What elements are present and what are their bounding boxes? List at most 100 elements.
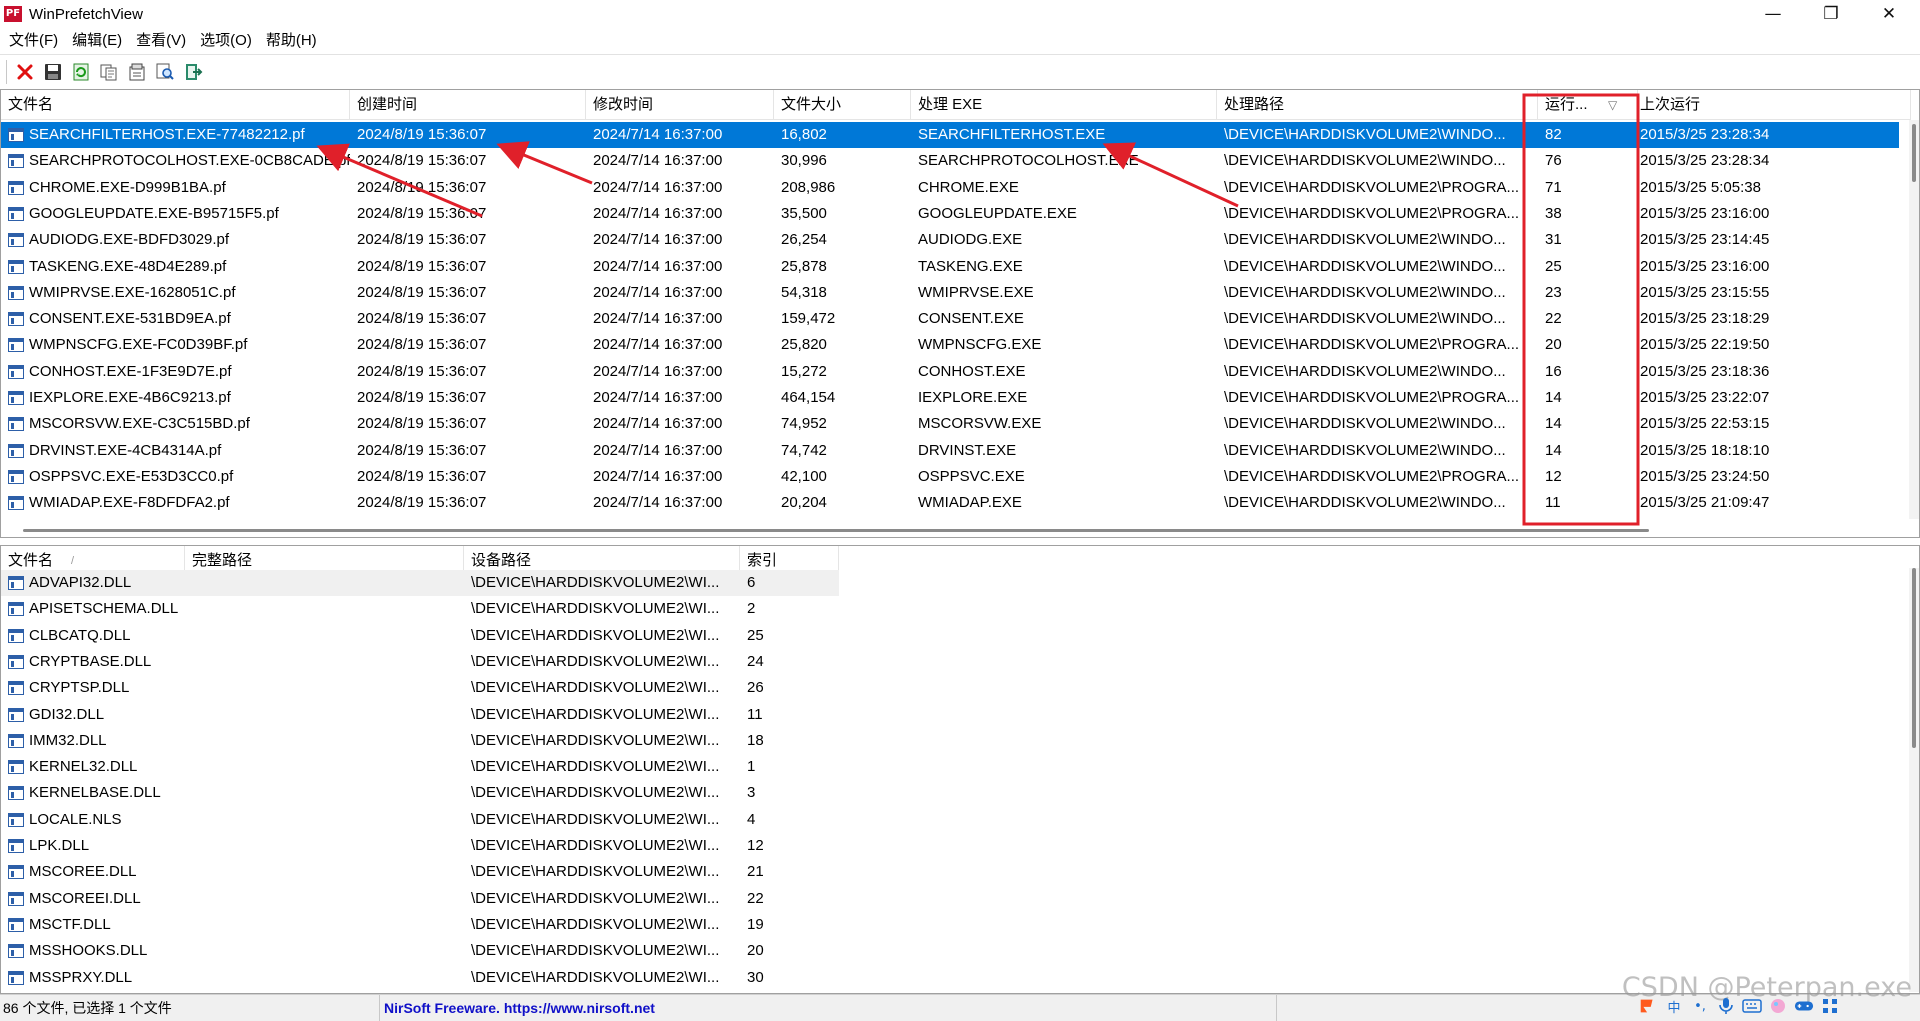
save-button[interactable] <box>40 59 66 85</box>
title-bar[interactable]: PF WinPrefetchView — ❐ ✕ <box>0 0 1920 28</box>
list-item[interactable]: ADVAPI32.DLL \DEVICE\HARDDISKVOLUME2\WI..… <box>1 570 839 597</box>
cell-file-name: ADVAPI32.DLL <box>29 574 132 591</box>
table-row[interactable]: CONSENT.EXE-531BD9EA.pf 2024/8/19 15:36:0… <box>1 306 1899 332</box>
list-item[interactable]: LOCALE.NLS \DEVICE\HARDDISKVOLUME2\WI... 4 <box>1 807 839 833</box>
prefetch-horizontal-scrollbar[interactable] <box>1 526 1909 534</box>
cell-modified: 2024/7/14 16:37:00 <box>593 178 723 196</box>
prefetch-list[interactable]: 文件名 创建时间 修改时间 文件大小 处理 EXE 处理路径 运行... ▽ 上… <box>0 89 1920 538</box>
prefetch-vertical-scrollbar[interactable] <box>1909 120 1919 519</box>
list-item[interactable]: GDI32.DLL \DEVICE\HARDDISKVOLUME2\WI... 11 <box>1 702 839 728</box>
zh-ime-icon[interactable]: 中 <box>1664 996 1684 1016</box>
table-row[interactable]: GOOGLEUPDATE.EXE-B95715F5.pf 2024/8/19 15… <box>1 201 1899 227</box>
list-item[interactable]: MSCOREE.DLL \DEVICE\HARDDISKVOLUME2\WI...… <box>1 859 839 885</box>
col-header-size[interactable]: 文件大小 <box>774 90 911 120</box>
list-item[interactable]: MSSHOOKS.DLL \DEVICE\HARDDISKVOLUME2\WI..… <box>1 938 839 964</box>
cell-run-count: 22 <box>1545 310 1562 328</box>
list-item[interactable]: APISETSCHEMA.DLL \DEVICE\HARDDISKVOLUME2\… <box>1 596 839 622</box>
cell-modified: 2024/7/14 16:37:00 <box>593 152 723 170</box>
refresh-icon <box>73 63 89 80</box>
copy-icon <box>100 64 117 80</box>
list-item[interactable]: MSCOREEI.DLL \DEVICE\HARDDISKVOLUME2\WI..… <box>1 886 839 912</box>
close-button[interactable]: ✕ <box>1860 0 1918 28</box>
menu-edit[interactable]: 编辑(E) <box>65 28 129 54</box>
table-row[interactable]: TASKENG.EXE-48D4E289.pf 2024/8/19 15:36:0… <box>1 254 1899 280</box>
save-icon <box>45 63 61 80</box>
col-header-process-exe[interactable]: 处理 EXE <box>911 90 1217 120</box>
col-header-modified[interactable]: 修改时间 <box>586 90 774 120</box>
col-header-last-run[interactable]: 上次运行 <box>1638 90 1911 120</box>
col-header-process-path[interactable]: 处理路径 <box>1217 90 1538 120</box>
properties-button[interactable] <box>124 59 150 85</box>
menu-options[interactable]: 选项(O) <box>193 28 259 54</box>
cell-process-exe: CHROME.EXE <box>918 178 1019 196</box>
table-row[interactable]: MSCORSVW.EXE-C3C515BD.pf 2024/8/19 15:36:… <box>1 411 1899 437</box>
table-row[interactable]: WMIADAP.EXE-F8DFDFA2.pf 2024/8/19 15:36:0… <box>1 490 1899 516</box>
cell-run-count: 71 <box>1545 178 1562 196</box>
cell-device-path: \DEVICE\HARDDISKVOLUME2\WI... <box>471 837 720 854</box>
cell-last-run: 2015/3/25 23:28:34 <box>1640 152 1770 170</box>
delete-button[interactable] <box>12 59 38 85</box>
punctuation-icon[interactable]: •, <box>1690 996 1710 1016</box>
cell-filename: WMIADAP.EXE-F8DFDFA2.pf <box>29 494 230 512</box>
refresh-button[interactable] <box>68 59 94 85</box>
list-item[interactable]: KERNELBASE.DLL \DEVICE\HARDDISKVOLUME2\WI… <box>1 780 839 806</box>
list-item[interactable]: MSSPRXY.DLL \DEVICE\HARDDISKVOLUME2\WI...… <box>1 965 839 991</box>
table-row[interactable]: WMPNSCFG.EXE-FC0D39BF.pf 2024/8/19 15:36:… <box>1 332 1899 358</box>
cell-index: 4 <box>747 810 756 828</box>
col-header-run-count[interactable]: 运行... ▽ <box>1538 90 1638 120</box>
cell-process-path: \DEVICE\HARDDISKVOLUME2\WINDO... <box>1224 362 1506 380</box>
table-row[interactable]: IEXPLORE.EXE-4B6C9213.pf 2024/8/19 15:36:… <box>1 385 1899 411</box>
list-item[interactable]: CLBCATQ.DLL \DEVICE\HARDDISKVOLUME2\WI...… <box>1 623 839 649</box>
minimize-button[interactable]: — <box>1744 0 1802 28</box>
nirsoft-link[interactable]: NirSoft Freeware. https://www.nirsoft.ne… <box>384 1000 655 1016</box>
find-button[interactable] <box>152 59 178 85</box>
toolbar-separator <box>6 59 7 84</box>
prefetch-horizontal-scroll-thumb[interactable] <box>23 529 1649 532</box>
grid-menu-icon[interactable] <box>1820 996 1840 1016</box>
cell-created: 2024/8/19 15:36:07 <box>357 126 487 143</box>
skin-icon[interactable] <box>1768 996 1788 1016</box>
table-row[interactable]: WMIPRVSE.EXE-1628051C.pf 2024/8/19 15:36:… <box>1 280 1899 306</box>
table-row[interactable]: SEARCHFILTERHOST.EXE-77482212.pf 2024/8/1… <box>1 122 1899 149</box>
list-item[interactable]: LPK.DLL \DEVICE\HARDDISKVOLUME2\WI... 12 <box>1 833 839 859</box>
cell-device-path: \DEVICE\HARDDISKVOLUME2\WI... <box>471 784 720 802</box>
table-row[interactable]: AUDIODG.EXE-BDFD3029.pf 2024/8/19 15:36:0… <box>1 227 1899 253</box>
table-row[interactable]: CONHOST.EXE-1F3E9D7E.pf 2024/8/19 15:36:0… <box>1 359 1899 385</box>
menu-help[interactable]: 帮助(H) <box>259 28 324 54</box>
cell-file-name: CRYPTSP.DLL <box>29 679 130 697</box>
cell-created: 2024/8/19 15:36:07 <box>357 178 487 196</box>
maximize-button[interactable]: ❐ <box>1802 0 1860 28</box>
microphone-icon[interactable] <box>1716 996 1736 1016</box>
list-item[interactable]: IMM32.DLL \DEVICE\HARDDISKVOLUME2\WI... 18 <box>1 728 839 754</box>
copy-button[interactable] <box>96 59 122 85</box>
exit-button[interactable] <box>180 59 206 85</box>
cell-modified: 2024/7/14 16:37:00 <box>593 336 723 354</box>
list-item[interactable]: KERNEL32.DLL \DEVICE\HARDDISKVOLUME2\WI..… <box>1 754 839 780</box>
cell-size: 464,154 <box>781 389 836 406</box>
file-vertical-scroll-thumb[interactable] <box>1912 568 1916 748</box>
ime-logo-icon[interactable] <box>1638 996 1658 1016</box>
prefetch-vertical-scroll-thumb[interactable] <box>1912 124 1916 182</box>
col-header-created[interactable]: 创建时间 <box>350 90 586 120</box>
cell-device-path: \DEVICE\HARDDISKVOLUME2\WI... <box>471 863 720 881</box>
keyboard-icon[interactable] <box>1742 996 1762 1016</box>
list-item[interactable]: CRYPTBASE.DLL \DEVICE\HARDDISKVOLUME2\WI.… <box>1 649 839 675</box>
cell-process-exe: TASKENG.EXE <box>918 257 1023 275</box>
file-list[interactable]: 文件名 / 完整路径 设备路径 索引 ADVAPI32.DLL \DEVICE\H… <box>0 545 1920 994</box>
gamepad-icon[interactable] <box>1794 996 1814 1016</box>
menu-file[interactable]: 文件(F) <box>2 28 65 54</box>
cell-last-run: 2015/3/25 21:09:47 <box>1640 494 1770 512</box>
cell-file-name: CRYPTBASE.DLL <box>29 652 152 670</box>
list-item[interactable]: CRYPTSP.DLL \DEVICE\HARDDISKVOLUME2\WI...… <box>1 675 839 701</box>
table-row[interactable]: DRVINST.EXE-4CB4314A.pf 2024/8/19 15:36:0… <box>1 438 1899 464</box>
cell-full-path <box>185 649 464 675</box>
col-header-filename[interactable]: 文件名 <box>1 90 350 120</box>
list-item[interactable]: MSCTF.DLL \DEVICE\HARDDISKVOLUME2\WI... 19 <box>1 912 839 938</box>
cell-file-name: APISETSCHEMA.DLL <box>29 600 179 618</box>
table-row[interactable]: SEARCHPROTOCOLHOST.EXE-0CB8CADE.pf 2024/8… <box>1 148 1899 174</box>
table-row[interactable]: OSPPSVC.EXE-E53D3CC0.pf 2024/8/19 15:36:0… <box>1 464 1899 490</box>
cell-full-path <box>185 754 464 780</box>
file-vertical-scrollbar[interactable] <box>1909 568 1919 992</box>
menu-view[interactable]: 查看(V) <box>129 28 193 54</box>
table-row[interactable]: CHROME.EXE-D999B1BA.pf 2024/8/19 15:36:07… <box>1 175 1899 201</box>
